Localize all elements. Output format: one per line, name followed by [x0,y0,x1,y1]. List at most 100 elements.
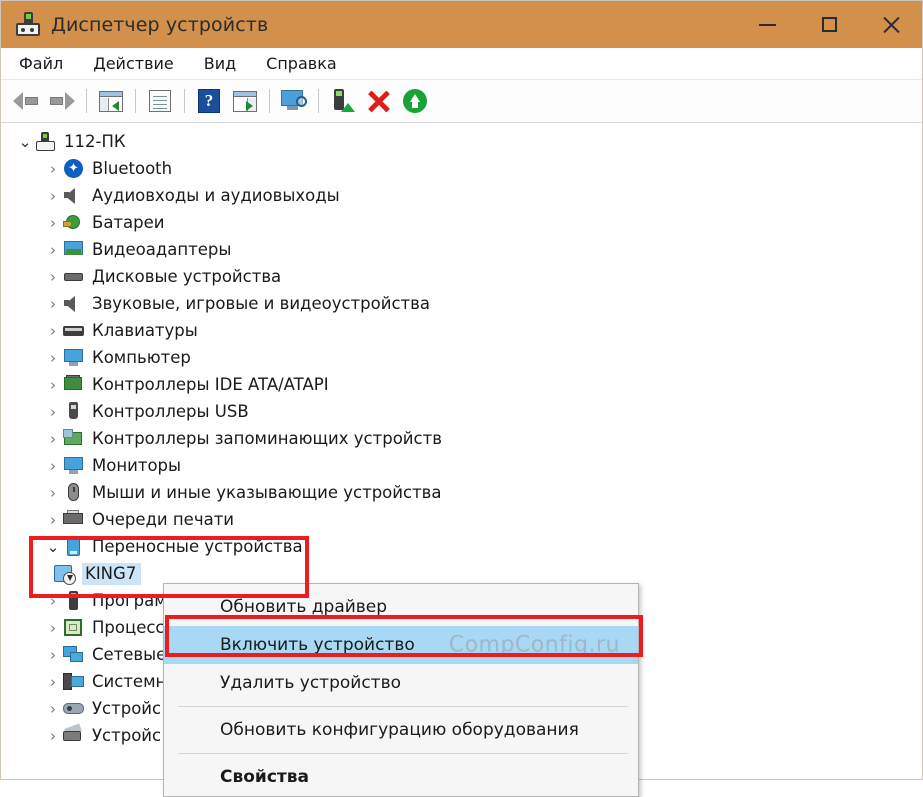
toolbar-separator [269,89,270,113]
tree-item-storage-controllers[interactable]: › Контроллеры запоминающих устройств [1,425,922,452]
keyboard-icon [63,321,85,341]
arrow-left-icon [13,91,39,111]
tree-item-label: Сетевые [92,645,167,664]
usb-icon [63,401,85,422]
chevron-right-icon[interactable]: › [43,349,63,367]
menu-action[interactable]: Действие [91,51,176,76]
display-adapter-icon [63,240,85,260]
chevron-right-icon[interactable]: › [43,160,63,178]
tree-item-label: Мониторы [92,456,182,475]
toolbar: ? [1,80,922,123]
ctx-scan-hardware[interactable]: Обновить конфигурацию оборудования [164,711,638,749]
tree-item-mice-pointing-devices[interactable]: › Мыши и иные указывающие устройства [1,479,922,506]
chevron-right-icon[interactable]: › [43,700,63,718]
chevron-right-icon[interactable]: › [43,619,63,637]
chevron-right-icon[interactable]: › [43,295,63,313]
ctx-enable-device[interactable]: Включить устройство CompConfig.ru [164,626,638,664]
watermark-text: CompConfig.ru [448,632,620,658]
back-button[interactable] [9,84,43,118]
minimize-icon [758,23,776,26]
context-menu-separator [178,753,628,754]
ctx-uninstall-device[interactable]: Удалить устройство [164,664,638,702]
console-tree-icon [99,90,123,112]
tree-root-112-pk[interactable]: ⌄ 112-ПК [1,128,922,155]
help-button[interactable]: ? [192,84,226,118]
chevron-right-icon[interactable]: › [43,646,63,664]
toolbar-separator [318,89,319,113]
chevron-right-icon[interactable]: › [43,484,63,502]
tree-item-print-queues[interactable]: › Очереди печати [1,506,922,533]
tree-item-usb-controllers[interactable]: › Контроллеры USB [1,398,922,425]
uninstall-device-button[interactable] [362,84,396,118]
chevron-right-icon[interactable]: › [43,511,63,529]
close-icon [882,16,900,34]
tree-item-disk-drives[interactable]: › Дисковые устройства [1,263,922,290]
forward-button[interactable] [45,84,79,118]
software-device-icon [63,590,85,611]
maximize-button[interactable] [798,1,860,48]
computer-icon [35,131,57,152]
tree-item-label: Системн [92,672,167,691]
chevron-right-icon[interactable]: › [43,322,63,340]
chevron-right-icon[interactable]: › [43,241,63,259]
properties-button[interactable] [143,84,177,118]
action-pane-icon [233,90,257,112]
menu-view[interactable]: Вид [202,51,238,76]
imaging-device-icon [63,723,85,746]
system-device-icon [63,672,85,692]
menu-file[interactable]: Файл [17,51,65,76]
title-bar: Диспетчер устройств [1,1,922,48]
tree-item-portable-devices[interactable]: ⌄ Переносные устройства [1,533,922,560]
menu-help[interactable]: Справка [264,51,339,76]
close-button[interactable] [860,1,922,48]
tree-item-label: Контроллеры IDE ATA/ATAPI [92,375,329,394]
chevron-right-icon[interactable]: › [43,727,63,745]
tree-item-label: Контроллеры USB [92,402,249,421]
menu-bar: Файл Действие Вид Справка [1,48,922,80]
show-hide-action-pane-button[interactable] [228,84,262,118]
ctx-properties[interactable]: Свойства [164,758,638,796]
tree-item-bluetooth[interactable]: › ✦ Bluetooth [1,155,922,182]
battery-icon [63,213,85,233]
device-manager-window: Диспетчер устройств Файл Действие Вид Сп… [0,0,923,797]
tree-item-sound-video-game[interactable]: › Звуковые, игровые и видеоустройства [1,290,922,317]
chevron-right-icon[interactable]: › [43,403,63,421]
tree-item-label: Устройс [92,699,162,718]
tree-item-label: Bluetooth [92,159,173,178]
tree-item-display-adapters[interactable]: › Видеоадаптеры [1,236,922,263]
tree-item-ide-ata-atapi-controllers[interactable]: › Контроллеры IDE ATA/ATAPI [1,371,922,398]
chevron-right-icon[interactable]: › [43,376,63,394]
chevron-right-icon[interactable]: › [43,457,63,475]
context-menu-separator [178,706,628,707]
tree-item-monitors[interactable]: › Мониторы [1,452,922,479]
chevron-right-icon[interactable]: › [43,592,63,610]
enable-device-button[interactable] [398,84,432,118]
ctx-update-driver[interactable]: Обновить драйвер [164,588,638,626]
processor-icon [63,618,85,638]
tree-item-keyboards[interactable]: › Клавиатуры [1,317,922,344]
tree-item-batteries[interactable]: › Батареи [1,209,922,236]
chevron-down-icon[interactable]: ⌄ [43,538,63,556]
tree-item-computer[interactable]: › Компьютер [1,344,922,371]
toolbar-separator [184,89,185,113]
tree-item-label: Контроллеры запоминающих устройств [92,429,442,448]
device-manager-icon [15,11,41,38]
chevron-right-icon[interactable]: › [43,430,63,448]
chevron-right-icon[interactable]: › [43,673,63,691]
chevron-right-icon[interactable]: › [43,268,63,286]
context-menu[interactable]: Обновить драйвер Включить устройство Com… [163,583,639,797]
tree-item-label: Аудиовходы и аудиовыходы [92,186,340,205]
tree-item-label: Устройс [92,726,162,745]
hid-device-icon [63,699,85,719]
show-hide-console-tree-button[interactable] [94,84,128,118]
chevron-right-icon[interactable]: › [43,187,63,205]
green-up-arrow-icon [403,89,427,113]
scan-hardware-changes-button[interactable] [277,84,311,118]
update-driver-button[interactable] [326,84,360,118]
update-driver-icon [331,89,355,113]
chevron-right-icon[interactable]: › [43,214,63,232]
minimize-button[interactable] [736,1,798,48]
network-adapter-icon [63,645,85,665]
tree-item-audio-inputs-outputs[interactable]: › Аудиовходы и аудиовыходы [1,182,922,209]
chevron-down-icon[interactable]: ⌄ [15,133,35,151]
